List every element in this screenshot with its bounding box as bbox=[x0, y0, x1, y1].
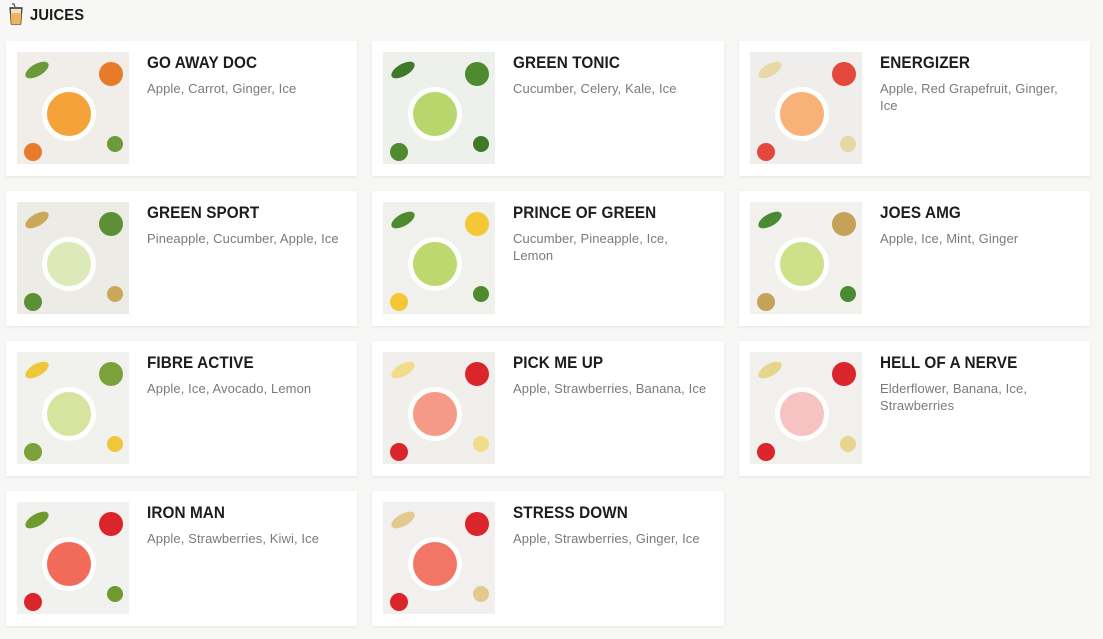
juice-info: FIBRE ACTIVE Apple, Ice, Avocado, Lemon bbox=[129, 341, 357, 397]
juice-info: GO AWAY DOC Apple, Carrot, Ginger, Ice bbox=[129, 41, 357, 97]
juice-name: HELL OF A NERVE bbox=[880, 353, 1018, 372]
juice-card-pick-me-up[interactable]: PICK ME UP Apple, Strawberries, Banana, … bbox=[372, 341, 724, 476]
section-title: JUICES bbox=[30, 7, 85, 24]
juice-name: IRON MAN bbox=[147, 503, 226, 522]
juice-card-energizer[interactable]: ENERGIZER Apple, Red Grapefruit, Ginger,… bbox=[739, 41, 1090, 176]
juice-name: STRESS DOWN bbox=[513, 503, 628, 522]
juice-name: PICK ME UP bbox=[513, 353, 604, 372]
juice-ingredients: Apple, Ice, Mint, Ginger bbox=[880, 231, 1019, 246]
juice-image[interactable] bbox=[17, 52, 129, 164]
juice-name: FIBRE ACTIVE bbox=[147, 353, 254, 372]
juice-grid: GO AWAY DOC Apple, Carrot, Ginger, Ice G… bbox=[6, 41, 1090, 626]
juice-image[interactable] bbox=[17, 202, 129, 314]
juice-ingredients: Cucumber, Celery, Kale, Ice bbox=[513, 81, 677, 96]
juice-name: ENERGIZER bbox=[880, 53, 971, 72]
juice-info: PRINCE OF GREEN Cucumber, Pineapple, Ice… bbox=[495, 191, 724, 264]
juice-image[interactable] bbox=[17, 352, 129, 464]
section-header: JUICES bbox=[8, 2, 89, 30]
juice-ingredients: Apple, Strawberries, Kiwi, Ice bbox=[147, 531, 320, 546]
juice-ingredients: Elderflower, Banana, Ice, Strawberries bbox=[880, 381, 1028, 413]
juice-name: JOES AMG bbox=[880, 203, 961, 222]
juice-info: ENERGIZER Apple, Red Grapefruit, Ginger,… bbox=[862, 41, 1090, 114]
juice-image[interactable] bbox=[750, 352, 862, 464]
juice-name: GREEN TONIC bbox=[513, 53, 620, 72]
juice-card-iron-man[interactable]: IRON MAN Apple, Strawberries, Kiwi, Ice bbox=[6, 491, 357, 626]
juice-ingredients: Apple, Ice, Avocado, Lemon bbox=[147, 381, 312, 396]
juice-card-stress-down[interactable]: STRESS DOWN Apple, Strawberries, Ginger,… bbox=[372, 491, 724, 626]
juice-image[interactable] bbox=[383, 502, 495, 614]
juice-ingredients: Apple, Strawberries, Ginger, Ice bbox=[513, 531, 700, 546]
juice-cup-icon bbox=[8, 2, 24, 30]
juice-card-prince-of-green[interactable]: PRINCE OF GREEN Cucumber, Pineapple, Ice… bbox=[372, 191, 724, 326]
juice-card-green-tonic[interactable]: GREEN TONIC Cucumber, Celery, Kale, Ice bbox=[372, 41, 724, 176]
juice-card-hell-of-a-nerve[interactable]: HELL OF A NERVE Elderflower, Banana, Ice… bbox=[739, 341, 1090, 476]
juice-info: GREEN SPORT Pineapple, Cucumber, Apple, … bbox=[129, 191, 357, 247]
juice-name: GREEN SPORT bbox=[147, 203, 260, 222]
juice-card-joes-amg[interactable]: JOES AMG Apple, Ice, Mint, Ginger bbox=[739, 191, 1090, 326]
juice-ingredients: Cucumber, Pineapple, Ice, Lemon bbox=[513, 231, 668, 263]
juice-ingredients: Apple, Strawberries, Banana, Ice bbox=[513, 381, 707, 396]
juice-info: JOES AMG Apple, Ice, Mint, Ginger bbox=[862, 191, 1090, 247]
juice-image[interactable] bbox=[17, 502, 129, 614]
juice-info: PICK ME UP Apple, Strawberries, Banana, … bbox=[495, 341, 724, 397]
juice-image[interactable] bbox=[383, 202, 495, 314]
juice-ingredients: Apple, Red Grapefruit, Ginger, Ice bbox=[880, 81, 1058, 113]
juice-image[interactable] bbox=[750, 202, 862, 314]
juice-image[interactable] bbox=[383, 352, 495, 464]
juice-info: STRESS DOWN Apple, Strawberries, Ginger,… bbox=[495, 491, 724, 547]
juice-ingredients: Pineapple, Cucumber, Apple, Ice bbox=[147, 231, 339, 246]
juice-name: GO AWAY DOC bbox=[147, 53, 258, 72]
juice-ingredients: Apple, Carrot, Ginger, Ice bbox=[147, 81, 297, 96]
juice-info: HELL OF A NERVE Elderflower, Banana, Ice… bbox=[862, 341, 1090, 414]
juice-card-fibre-active[interactable]: FIBRE ACTIVE Apple, Ice, Avocado, Lemon bbox=[6, 341, 357, 476]
juice-info: IRON MAN Apple, Strawberries, Kiwi, Ice bbox=[129, 491, 357, 547]
juice-image[interactable] bbox=[750, 52, 862, 164]
juice-image[interactable] bbox=[383, 52, 495, 164]
juice-card-go-away-doc[interactable]: GO AWAY DOC Apple, Carrot, Ginger, Ice bbox=[6, 41, 357, 176]
juice-name: PRINCE OF GREEN bbox=[513, 203, 657, 222]
juice-info: GREEN TONIC Cucumber, Celery, Kale, Ice bbox=[495, 41, 724, 97]
juice-card-green-sport[interactable]: GREEN SPORT Pineapple, Cucumber, Apple, … bbox=[6, 191, 357, 326]
